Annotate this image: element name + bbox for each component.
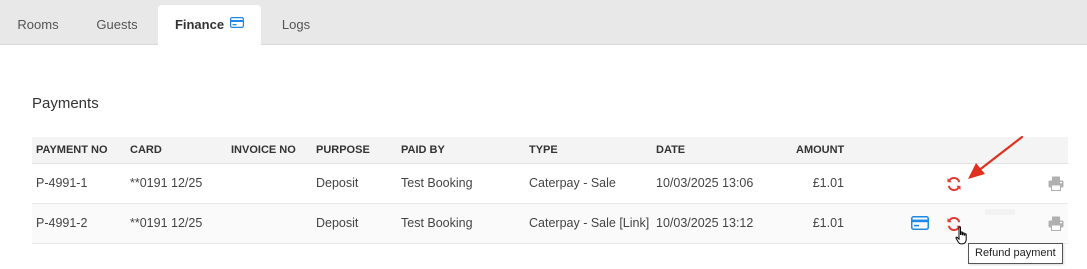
- refund-payment-tooltip: Refund payment: [968, 243, 1063, 264]
- cell-amount: £1.01: [812, 176, 844, 190]
- cell-purpose: Deposit: [316, 216, 359, 230]
- cell-payment-no: P-4991-1: [36, 176, 88, 190]
- tab-logs[interactable]: Logs: [261, 5, 331, 45]
- table-row: P-4991-2 **0191 12/25 Deposit Test Booki…: [32, 204, 1068, 244]
- cell-card: **0191 12/25: [130, 216, 203, 230]
- credit-card-icon: [230, 4, 245, 44]
- cell-date: 10/03/2025 13:12: [656, 216, 754, 230]
- table-row: P-4991-1 **0191 12/25 Deposit Test Booki…: [32, 164, 1068, 204]
- column-header-type: TYPE: [529, 144, 558, 156]
- cell-purpose: Deposit: [316, 176, 359, 190]
- cell-type: Caterpay - Sale: [529, 176, 616, 190]
- tab-logs-label: Logs: [281, 17, 311, 32]
- print-icon[interactable]: [1048, 216, 1064, 231]
- cell-paid-by: Test Booking: [401, 216, 473, 230]
- cell-card: **0191 12/25: [130, 176, 203, 190]
- tab-rooms[interactable]: Rooms: [0, 5, 76, 45]
- section-title: Payments: [32, 95, 99, 112]
- cell-amount: £1.01: [812, 216, 844, 230]
- table-header: PAYMENT NO CARD INVOICE NO PURPOSE PAID …: [32, 137, 1068, 164]
- hand-cursor-icon: [955, 226, 969, 250]
- column-header-card: CARD: [130, 144, 162, 156]
- hover-highlight: [985, 209, 1015, 215]
- tab-rooms-label: Rooms: [17, 17, 59, 32]
- column-header-paid-by: PAID BY: [401, 144, 445, 156]
- cell-payment-no: P-4991-2: [36, 216, 88, 230]
- credit-card-icon[interactable]: [911, 216, 929, 230]
- cell-date: 10/03/2025 13:06: [656, 176, 754, 190]
- column-header-invoice-no: INVOICE NO: [231, 144, 296, 156]
- column-header-payment-no: PAYMENT NO: [36, 144, 108, 156]
- column-header-date: DATE: [656, 144, 686, 156]
- tab-guests-label: Guests: [96, 17, 138, 32]
- print-icon[interactable]: [1048, 176, 1064, 191]
- tab-finance[interactable]: Finance: [158, 5, 261, 46]
- tab-finance-label: Finance: [174, 17, 225, 32]
- tab-bar: Rooms Guests Finance Logs: [0, 0, 1087, 46]
- tab-guests[interactable]: Guests: [76, 5, 158, 45]
- column-header-amount: AMOUNT: [796, 144, 845, 156]
- column-header-purpose: PURPOSE: [316, 144, 370, 156]
- annotation-arrow: [960, 133, 1030, 190]
- cell-type: Caterpay - Sale [Link]: [529, 216, 650, 230]
- cell-paid-by: Test Booking: [401, 176, 473, 190]
